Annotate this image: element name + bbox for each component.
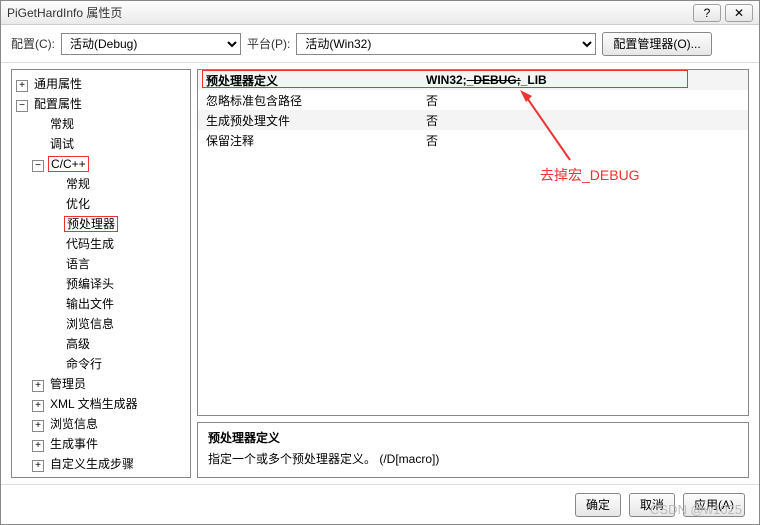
expander-icon[interactable]: − <box>16 100 28 112</box>
tree-panel[interactable]: +通用属性 −配置属性 常规 调试 −C/C++ 常规 优化 预处理器 代码生成 <box>11 69 191 478</box>
tree-general-props[interactable]: 通用属性 <box>32 77 84 91</box>
tree-item[interactable]: 常规 <box>64 177 92 191</box>
tree-item[interactable]: 浏览信息 <box>48 417 100 431</box>
grid-name: 忽略标准包含路径 <box>198 92 418 109</box>
grid-value[interactable]: 否 <box>418 112 748 129</box>
expander-icon[interactable]: + <box>32 420 44 432</box>
tree-item[interactable]: 调试 <box>48 137 76 151</box>
close-button[interactable]: ✕ <box>725 4 753 22</box>
tree-item[interactable]: 输出文件 <box>64 297 116 311</box>
ok-button[interactable]: 确定 <box>575 493 621 517</box>
config-select[interactable]: 活动(Debug) <box>61 33 241 55</box>
expander-icon[interactable]: + <box>16 80 28 92</box>
tree-item[interactable]: 语言 <box>64 257 92 271</box>
expander-icon[interactable]: + <box>32 380 44 392</box>
expander-icon[interactable]: + <box>32 460 44 472</box>
tree-item[interactable]: 优化 <box>64 197 92 211</box>
toolbar: 配置(C): 活动(Debug) 平台(P): 活动(Win32) 配置管理器(… <box>1 25 759 63</box>
tree-item[interactable]: XML 文档生成器 <box>48 397 140 411</box>
property-tree: +通用属性 −配置属性 常规 调试 −C/C++ 常规 优化 预处理器 代码生成 <box>14 74 188 474</box>
property-grid[interactable]: 预处理器定义 WIN32;_DEBUG;_LIB 忽略标准包含路径 否 生成预处… <box>197 69 749 416</box>
grid-name: 生成预处理文件 <box>198 112 418 129</box>
grid-row[interactable]: 忽略标准包含路径 否 <box>198 90 748 110</box>
tree-item[interactable]: 浏览信息 <box>64 317 116 331</box>
apply-button[interactable]: 应用(A) <box>683 493 745 517</box>
tree-item[interactable]: 代码生成 <box>64 237 116 251</box>
dialog-body: +通用属性 −配置属性 常规 调试 −C/C++ 常规 优化 预处理器 代码生成 <box>1 63 759 484</box>
grid-row[interactable]: 生成预处理文件 否 <box>198 110 748 130</box>
tree-item[interactable]: 常规 <box>48 117 76 131</box>
grid-row-preprocessor-defs[interactable]: 预处理器定义 WIN32;_DEBUG;_LIB <box>198 70 748 90</box>
grid-name: 保留注释 <box>198 132 418 149</box>
grid-value[interactable]: 否 <box>418 132 748 149</box>
expander-icon[interactable]: + <box>32 400 44 412</box>
tree-item[interactable]: 管理员 <box>48 377 88 391</box>
window-title: PiGetHardInfo 属性页 <box>7 4 689 21</box>
expander-icon[interactable]: + <box>32 440 44 452</box>
description-panel: 预处理器定义 指定一个或多个预处理器定义。 (/D[macro]) <box>197 422 749 478</box>
cancel-button[interactable]: 取消 <box>629 493 675 517</box>
config-label: 配置(C): <box>11 35 55 52</box>
grid-name: 预处理器定义 <box>198 72 418 89</box>
platform-label: 平台(P): <box>247 35 290 52</box>
tree-item[interactable]: 自定义生成步骤 <box>48 457 136 471</box>
titlebar: PiGetHardInfo 属性页 ? ✕ <box>1 1 759 25</box>
grid-value[interactable]: 否 <box>418 92 748 109</box>
action-bar: 确定 取消 应用(A) <box>1 484 759 524</box>
help-button[interactable]: ? <box>693 4 721 22</box>
property-page-dialog: PiGetHardInfo 属性页 ? ✕ 配置(C): 活动(Debug) 平… <box>0 0 760 525</box>
tree-item[interactable]: 高级 <box>64 337 92 351</box>
platform-select[interactable]: 活动(Win32) <box>296 33 596 55</box>
expander-icon[interactable]: − <box>32 160 44 172</box>
tree-item[interactable]: 生成事件 <box>48 437 100 451</box>
tree-cpp[interactable]: C/C++ <box>48 156 89 172</box>
config-manager-button[interactable]: 配置管理器(O)... <box>602 32 711 56</box>
description-body: 指定一个或多个预处理器定义。 (/D[macro]) <box>208 450 738 467</box>
tree-preprocessor[interactable]: 预处理器 <box>64 216 118 232</box>
grid-row[interactable]: 保留注释 否 <box>198 130 748 150</box>
grid-value[interactable]: WIN32;_DEBUG;_LIB <box>418 73 748 87</box>
tree-item[interactable]: 预编译头 <box>64 277 116 291</box>
right-panel: 预处理器定义 WIN32;_DEBUG;_LIB 忽略标准包含路径 否 生成预处… <box>197 69 749 478</box>
description-title: 预处理器定义 <box>208 429 738 446</box>
tree-config-props[interactable]: 配置属性 <box>32 97 84 111</box>
tree-item[interactable]: 命令行 <box>64 357 104 371</box>
